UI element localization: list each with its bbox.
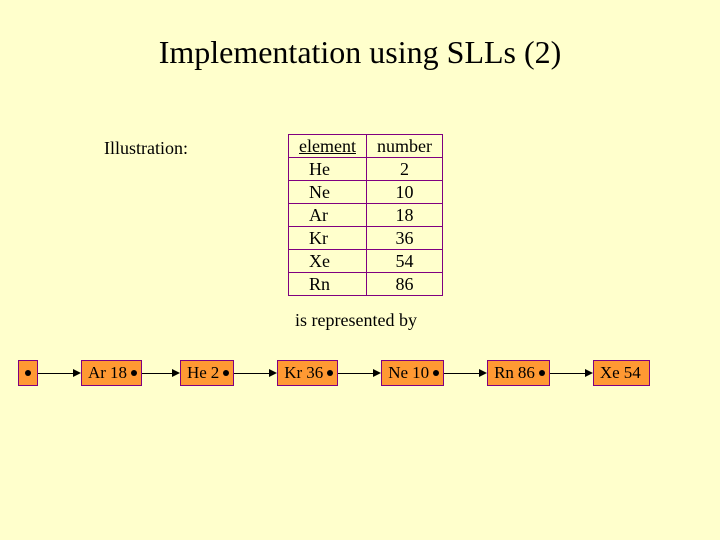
sll-node: Xe54	[593, 360, 650, 386]
arrow-right-icon	[172, 369, 180, 377]
pointer-dot-icon	[223, 370, 229, 376]
sll-node-number: 86	[518, 363, 539, 383]
cell-element: He	[289, 158, 367, 181]
sll-arrow	[142, 361, 180, 385]
illustration-label: Illustration:	[104, 138, 188, 159]
sll-node: Rn86	[487, 360, 550, 386]
sll-node: Kr36	[277, 360, 338, 386]
sll-node-element: Xe	[600, 363, 624, 383]
pointer-dot-icon	[433, 370, 439, 376]
pointer-dot-icon	[327, 370, 333, 376]
pointer-dot-icon	[25, 370, 31, 376]
sll-arrow	[338, 361, 381, 385]
sll-node-element: Rn	[494, 363, 518, 383]
arrow-right-icon	[585, 369, 593, 377]
sll-node-number: 54	[624, 363, 645, 383]
header-number: number	[366, 135, 442, 158]
cell-number: 86	[366, 273, 442, 296]
cell-element: Rn	[289, 273, 367, 296]
sll-diagram: Ar18 He2 Kr36 Ne10 Rn86 Xe54	[18, 358, 650, 388]
arrow-right-icon	[73, 369, 81, 377]
cell-element: Ne	[289, 181, 367, 204]
cell-element: Ar	[289, 204, 367, 227]
arrow-right-icon	[479, 369, 487, 377]
sll-node-number: 18	[110, 363, 131, 383]
pointer-dot-icon	[539, 370, 545, 376]
cell-number: 54	[366, 250, 442, 273]
table-row: Kr 36	[289, 227, 443, 250]
sll-node-element: He	[187, 363, 211, 383]
slide: Implementation using SLLs (2) Illustrati…	[0, 0, 720, 540]
pointer-dot-icon	[131, 370, 137, 376]
arrow-right-icon	[269, 369, 277, 377]
sll-node: He2	[180, 360, 234, 386]
table-row: Ne 10	[289, 181, 443, 204]
cell-number: 2	[366, 158, 442, 181]
table-header-row: element number	[289, 135, 443, 158]
sll-node-element: Ne	[388, 363, 412, 383]
cell-number: 10	[366, 181, 442, 204]
table-row: Rn 86	[289, 273, 443, 296]
table-row: Xe 54	[289, 250, 443, 273]
sll-node: Ne10	[381, 360, 444, 386]
cell-element: Kr	[289, 227, 367, 250]
sll-node-number: 36	[306, 363, 327, 383]
page-title: Implementation using SLLs (2)	[0, 34, 720, 71]
arrow-right-icon	[373, 369, 381, 377]
sll-node-element: Ar	[88, 363, 110, 383]
sll-arrow	[550, 361, 593, 385]
sll-node-element: Kr	[284, 363, 306, 383]
element-table: element number He 2 Ne 10 Ar 18 Kr 36 Xe…	[288, 134, 443, 296]
sll-head	[18, 360, 38, 386]
table-row: Ar 18	[289, 204, 443, 227]
sll-arrow	[444, 361, 487, 385]
sll-node: Ar18	[81, 360, 142, 386]
sll-arrow	[234, 361, 277, 385]
cell-number: 18	[366, 204, 442, 227]
header-element: element	[289, 135, 367, 158]
represented-by-label: is represented by	[295, 310, 417, 331]
sll-node-number: 2	[211, 363, 224, 383]
sll-node-number: 10	[412, 363, 433, 383]
cell-element: Xe	[289, 250, 367, 273]
cell-number: 36	[366, 227, 442, 250]
table-row: He 2	[289, 158, 443, 181]
sll-arrow	[38, 361, 81, 385]
